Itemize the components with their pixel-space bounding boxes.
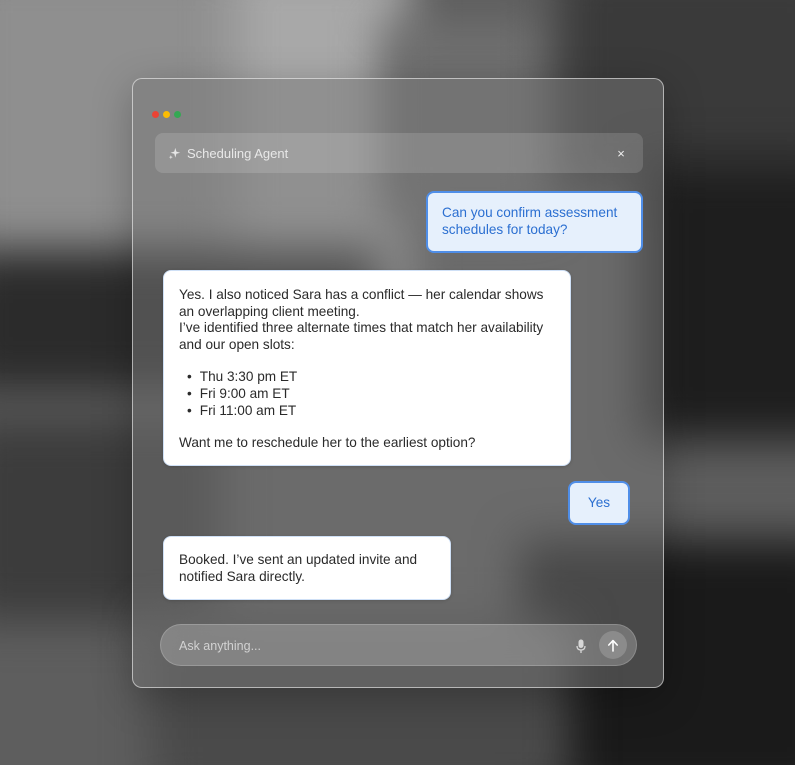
close-icon: × <box>617 145 625 161</box>
message-text: Yes <box>587 495 611 510</box>
time-slot: Fri 9:00 am ET <box>187 386 555 403</box>
agent-title: Scheduling Agent <box>187 145 289 161</box>
message-composer <box>160 624 637 666</box>
message-input[interactable] <box>177 635 561 657</box>
arrow-up-icon <box>607 639 618 652</box>
close-window-dot[interactable] <box>152 111 159 118</box>
message-text: I’ve identified three alternate times th… <box>179 320 544 352</box>
time-slot: Thu 3:30 pm ET <box>187 369 555 386</box>
time-slot: Fri 11:00 am ET <box>187 403 555 420</box>
message-text: Want me to reschedule her to the earlies… <box>179 435 476 451</box>
sparkle-icon <box>167 146 181 160</box>
user-message: Can you confirm assessment schedules for… <box>426 191 643 253</box>
user-message: Yes <box>568 481 630 525</box>
time-slot-list: Thu 3:30 pm ET Fri 9:00 am ET Fri 11:00 … <box>179 369 555 419</box>
message-text: Booked. I’ve sent an updated invite and … <box>179 552 418 584</box>
minimize-window-dot[interactable] <box>163 111 170 118</box>
agent-message: Booked. I’ve sent an updated invite and … <box>163 536 451 600</box>
mic-icon[interactable] <box>574 637 588 655</box>
message-text: Yes. I also noticed Sara has a conflict … <box>179 287 544 319</box>
chat-window: Scheduling Agent × Can you confirm asses… <box>132 78 664 688</box>
close-button[interactable]: × <box>611 143 631 163</box>
maximize-window-dot[interactable] <box>174 111 181 118</box>
message-text: Can you confirm assessment schedules for… <box>442 205 618 237</box>
window-controls <box>152 111 181 118</box>
send-button[interactable] <box>599 631 627 659</box>
agent-message: Yes. I also noticed Sara has a conflict … <box>163 270 571 466</box>
chat-header: Scheduling Agent × <box>155 133 643 173</box>
